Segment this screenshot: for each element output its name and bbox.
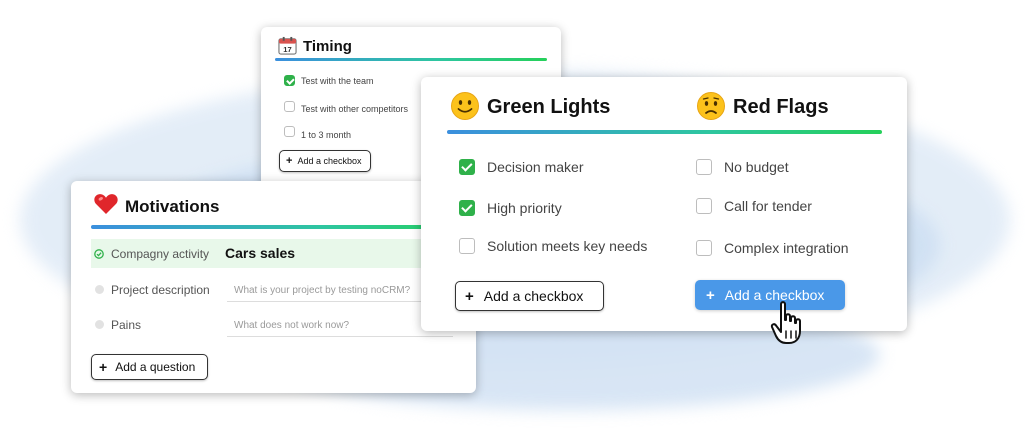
calendar-icon: 17 bbox=[278, 36, 297, 55]
green-checkbox-3[interactable] bbox=[459, 238, 475, 254]
status-dot-icon bbox=[95, 320, 104, 329]
check-circle-icon bbox=[94, 249, 104, 259]
green-checkbox-2[interactable] bbox=[459, 200, 475, 216]
heart-icon bbox=[94, 194, 118, 214]
motivations-row-label: Project description bbox=[111, 283, 210, 297]
status-dot-icon bbox=[95, 285, 104, 294]
plus-icon: + bbox=[465, 287, 474, 305]
timing-checkbox-1[interactable] bbox=[284, 75, 295, 86]
timing-checkbox-3[interactable] bbox=[284, 126, 295, 137]
red-flags-title: Red Flags bbox=[733, 96, 829, 118]
red-item-label: Complex integration bbox=[724, 240, 849, 256]
motivations-title: Motivations bbox=[125, 197, 220, 216]
green-checkbox-1[interactable] bbox=[459, 159, 475, 175]
timing-add-checkbox-label: Add a checkbox bbox=[297, 156, 362, 166]
green-item-label: Solution meets key needs bbox=[487, 238, 648, 254]
green-item-label: High priority bbox=[487, 200, 562, 216]
timing-add-checkbox-button[interactable]: + Add a checkbox bbox=[279, 150, 371, 172]
svg-text:17: 17 bbox=[283, 45, 291, 54]
plus-icon: + bbox=[286, 155, 293, 167]
green-lights-title: Green Lights bbox=[487, 96, 611, 118]
green-item-label: Decision maker bbox=[487, 159, 584, 175]
plus-icon: + bbox=[706, 286, 715, 304]
red-item-label: No budget bbox=[724, 159, 789, 175]
red-item-label: Call for tender bbox=[724, 198, 812, 214]
worried-face-icon bbox=[697, 92, 725, 120]
timing-item-label: 1 to 3 month bbox=[301, 130, 352, 140]
add-question-button[interactable]: + Add a question bbox=[91, 354, 208, 380]
qualification-title-underline bbox=[447, 130, 882, 134]
timing-item-label: Test with the team bbox=[301, 76, 374, 86]
project-description-underline bbox=[227, 301, 453, 302]
red-checkbox-1[interactable] bbox=[696, 159, 712, 175]
hand-pointer-icon bbox=[770, 301, 801, 344]
timing-item-label: Test with other competitors bbox=[301, 104, 409, 114]
add-question-label: Add a question bbox=[115, 360, 196, 374]
motivations-row-label: Pains bbox=[111, 318, 142, 332]
green-add-checkbox-button[interactable]: + Add a checkbox bbox=[455, 281, 604, 311]
timing-title-underline bbox=[275, 58, 547, 61]
motivations-row-value[interactable]: Cars sales bbox=[225, 245, 295, 261]
qualification-card: Green Lights Red Flags Decision maker Hi… bbox=[421, 77, 907, 331]
motivations-title-underline bbox=[91, 225, 476, 229]
plus-icon: + bbox=[99, 359, 108, 375]
motivations-row-label: Compagny activity bbox=[111, 247, 210, 261]
red-checkbox-3[interactable] bbox=[696, 240, 712, 256]
timing-title: Timing bbox=[303, 38, 352, 55]
timing-checkbox-2[interactable] bbox=[284, 101, 295, 112]
project-description-input[interactable]: What is your project by testing noCRM? bbox=[234, 285, 410, 296]
pains-input[interactable]: What does not work now? bbox=[234, 320, 349, 331]
green-add-checkbox-label: Add a checkbox bbox=[483, 288, 584, 304]
motivations-card: Motivations Compagny activity Cars sales… bbox=[71, 181, 476, 393]
red-checkbox-2[interactable] bbox=[696, 198, 712, 214]
pains-underline bbox=[227, 336, 453, 337]
slightly-smiling-face-icon bbox=[451, 92, 479, 120]
